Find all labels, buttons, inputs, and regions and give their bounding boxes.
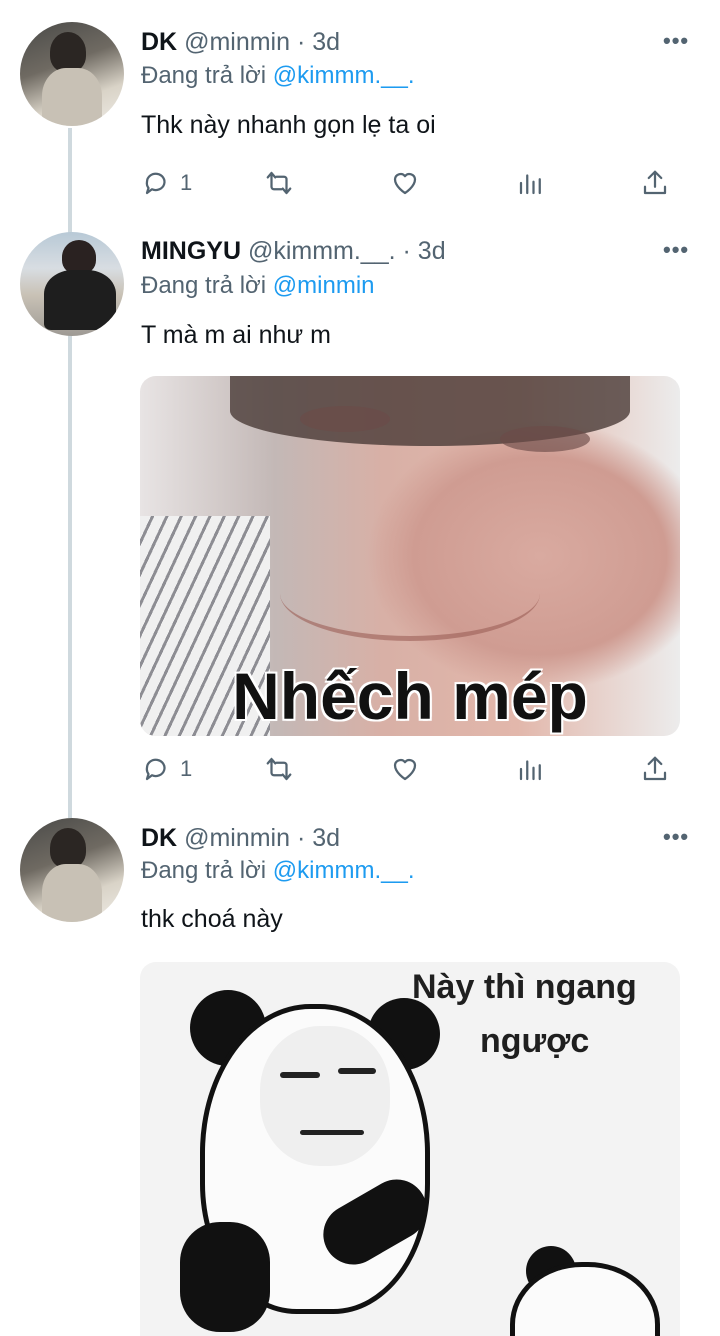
analytics-button[interactable] [516,163,546,203]
avatar[interactable] [20,232,124,336]
panda-eye-left [280,1072,320,1078]
mention-link[interactable]: @kimmm.__. [273,857,415,884]
panda-leg [180,1222,270,1332]
like-button[interactable] [390,163,420,203]
image-caption-line1: Này thì ngang [412,968,637,1006]
panda-mouth [300,1130,364,1135]
retweet-icon [266,757,292,781]
tweet-header: MINGYU @kimmm.__. · 3d [141,237,446,266]
display-name[interactable]: DK [141,28,177,56]
separator: · [296,824,306,852]
tweet-image[interactable]: Nhếch mép [140,376,680,736]
replying-to-label: Đang trả lời [141,857,267,884]
separator: · [402,237,411,265]
retweet-button[interactable] [264,749,294,789]
image-caption-line2: ngược [480,1022,590,1060]
tweet-image[interactable]: Này thì ngang ngược [140,962,680,1336]
reply-count: 1 [180,756,193,781]
retweet-button[interactable] [264,163,294,203]
replying-to: Đang trả lời @kimmm.__. [141,62,415,90]
tweet-3[interactable]: DK @minmin · 3d ••• Đang trả lời @kimmm.… [0,805,720,1336]
heart-icon [393,172,417,195]
display-name[interactable]: MINGYU [141,237,241,265]
user-handle[interactable]: @minmin [184,28,290,56]
retweet-icon [266,171,292,195]
tweet-1[interactable]: DK @minmin · 3d ••• Đang trả lời @kimmm.… [0,0,720,215]
user-handle[interactable]: @kimmm.__. [248,237,396,265]
reply-icon [145,172,166,195]
timestamp[interactable]: 3d [312,28,340,56]
reply-count: 1 [180,170,193,195]
more-icon[interactable]: ••• [663,28,689,54]
more-icon[interactable]: ••• [663,237,689,263]
heart-icon [393,758,417,781]
replying-to-label: Đang trả lời [141,62,267,89]
tweet-actions: 1 [0,749,720,789]
replying-to: Đang trả lời @minmin [141,272,375,300]
analytics-icon [519,174,541,195]
tweet-actions: 1 [0,163,720,203]
reply-icon [145,758,166,781]
mention-link[interactable]: @kimmm.__. [273,62,415,89]
share-icon [643,756,667,781]
user-handle[interactable]: @minmin [184,824,290,852]
timestamp[interactable]: 3d [312,824,340,852]
replying-to: Đang trả lời @kimmm.__. [141,857,415,885]
more-icon[interactable]: ••• [663,824,689,850]
share-icon [643,170,667,195]
like-button[interactable] [390,749,420,789]
display-name[interactable]: DK [141,824,177,852]
image-caption: Nhếch mép [232,659,588,733]
share-button[interactable] [640,163,670,203]
separator: · [296,28,306,56]
tweet-header: DK @minmin · 3d [141,28,340,57]
panda-face [260,1026,390,1166]
share-button[interactable] [640,749,670,789]
avatar[interactable] [20,818,124,922]
image-eye-left [300,406,390,432]
analytics-button[interactable] [516,749,546,789]
timestamp[interactable]: 3d [418,237,446,265]
tweet-text: T mà m ai như m [141,321,331,349]
tweet-header: DK @minmin · 3d [141,824,340,853]
mention-link[interactable]: @minmin [273,272,375,299]
image-eye-right [500,426,590,452]
reply-button[interactable]: 1 [142,749,192,789]
tweet-text: thk choá này [141,905,283,933]
replying-to-label: Đang trả lời [141,272,267,299]
tweet-text: Thk này nhanh gọn lẹ ta oi [141,111,436,139]
tweet-2[interactable]: MINGYU @kimmm.__. · 3d ••• Đang trả lời … [0,215,720,805]
reply-button[interactable]: 1 [142,163,192,203]
analytics-icon [519,760,541,781]
avatar[interactable] [20,22,124,126]
panda-eye-right [338,1068,376,1074]
image-mouth [280,546,540,641]
